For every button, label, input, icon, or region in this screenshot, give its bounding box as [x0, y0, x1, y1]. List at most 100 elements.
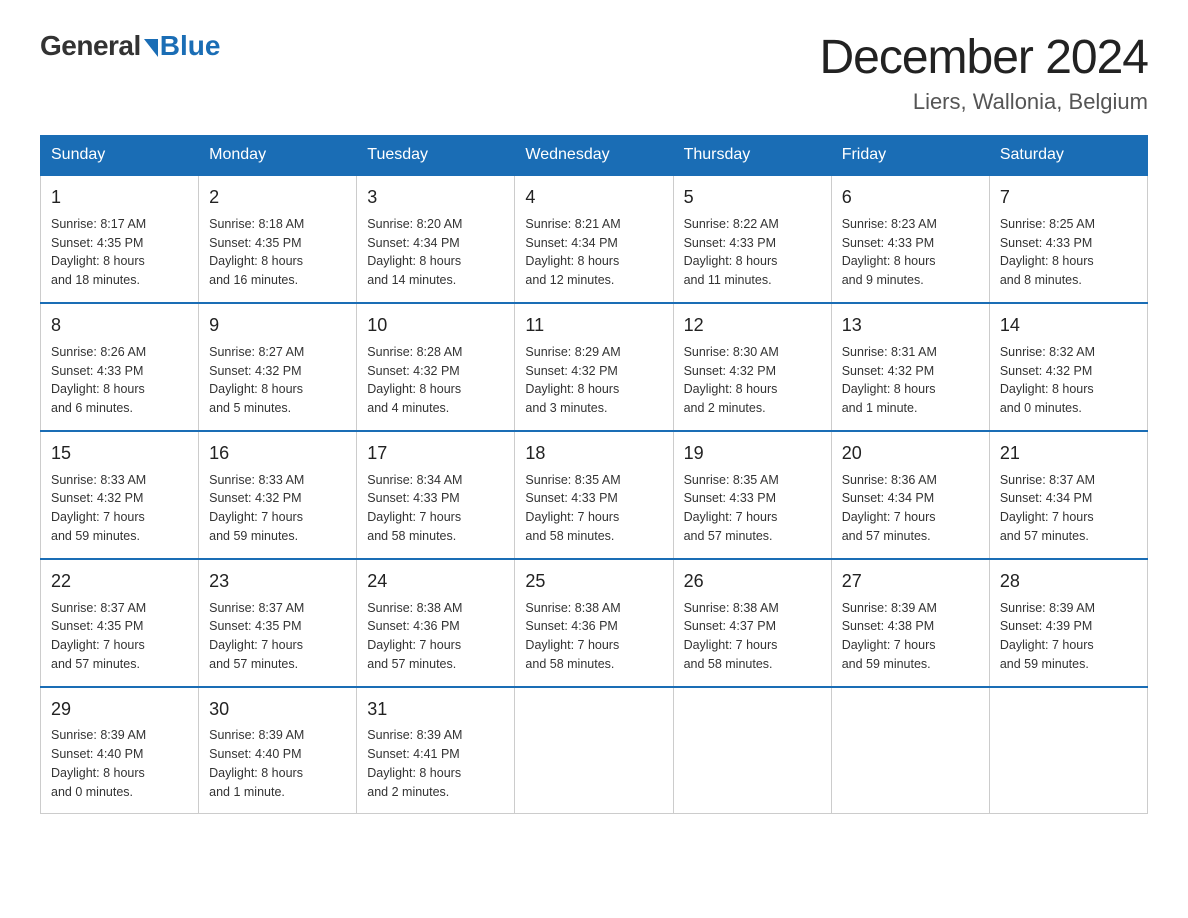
day-info: Sunrise: 8:18 AMSunset: 4:35 PMDaylight:…: [209, 215, 346, 290]
logo-blue-text: Blue: [160, 30, 221, 62]
day-info: Sunrise: 8:39 AMSunset: 4:41 PMDaylight:…: [367, 726, 504, 801]
day-info: Sunrise: 8:39 AMSunset: 4:40 PMDaylight:…: [51, 726, 188, 801]
day-number: 19: [684, 440, 821, 468]
calendar-cell: 3 Sunrise: 8:20 AMSunset: 4:34 PMDaylight…: [357, 175, 515, 303]
calendar-cell: 1Sunrise: 8:17 AMSunset: 4:35 PMDaylight…: [41, 175, 199, 303]
header-thursday: Thursday: [673, 136, 831, 176]
day-info: Sunrise: 8:22 AMSunset: 4:33 PMDaylight:…: [684, 215, 821, 290]
day-number: 31: [367, 696, 504, 724]
day-number: 10: [367, 312, 504, 340]
calendar-header-row: SundayMondayTuesdayWednesdayThursdayFrid…: [41, 136, 1148, 176]
calendar-cell: 31Sunrise: 8:39 AMSunset: 4:41 PMDayligh…: [357, 687, 515, 814]
day-number: 21: [1000, 440, 1137, 468]
day-info: Sunrise: 8:38 AMSunset: 4:36 PMDaylight:…: [367, 599, 504, 674]
day-number: 16: [209, 440, 346, 468]
calendar-cell: 22 Sunrise: 8:37 AMSunset: 4:35 PMDayligh…: [41, 559, 199, 687]
calendar-cell: 29Sunrise: 8:39 AMSunset: 4:40 PMDayligh…: [41, 687, 199, 814]
calendar-cell: 17 Sunrise: 8:34 AMSunset: 4:33 PMDayligh…: [357, 431, 515, 559]
calendar-cell: 23 Sunrise: 8:37 AMSunset: 4:35 PMDayligh…: [199, 559, 357, 687]
day-number: 8: [51, 312, 188, 340]
logo: General Blue: [40, 30, 220, 62]
calendar-cell: 9Sunrise: 8:27 AMSunset: 4:32 PMDaylight…: [199, 303, 357, 431]
day-number: 11: [525, 312, 662, 340]
calendar-week-row: 29Sunrise: 8:39 AMSunset: 4:40 PMDayligh…: [41, 687, 1148, 814]
calendar-week-row: 15Sunrise: 8:33 AMSunset: 4:32 PMDayligh…: [41, 431, 1148, 559]
calendar-cell: [989, 687, 1147, 814]
calendar-cell: [673, 687, 831, 814]
day-info: Sunrise: 8:37 AMSunset: 4:35 PMDaylight:…: [209, 599, 346, 674]
title-section: December 2024 Liers, Wallonia, Belgium: [819, 30, 1148, 115]
month-title: December 2024: [819, 30, 1148, 85]
calendar-cell: 26 Sunrise: 8:38 AMSunset: 4:37 PMDayligh…: [673, 559, 831, 687]
day-number: 24: [367, 568, 504, 596]
calendar-cell: 14Sunrise: 8:32 AMSunset: 4:32 PMDayligh…: [989, 303, 1147, 431]
calendar-cell: 16 Sunrise: 8:33 AMSunset: 4:32 PMDayligh…: [199, 431, 357, 559]
logo-general-text: General: [40, 30, 141, 62]
calendar-cell: 18 Sunrise: 8:35 AMSunset: 4:33 PMDayligh…: [515, 431, 673, 559]
day-number: 17: [367, 440, 504, 468]
day-info: Sunrise: 8:31 AMSunset: 4:32 PMDaylight:…: [842, 343, 979, 418]
header-tuesday: Tuesday: [357, 136, 515, 176]
day-info: Sunrise: 8:26 AMSunset: 4:33 PMDaylight:…: [51, 343, 188, 418]
day-number: 26: [684, 568, 821, 596]
calendar-cell: 11 Sunrise: 8:29 AMSunset: 4:32 PMDayligh…: [515, 303, 673, 431]
day-number: 5: [684, 184, 821, 212]
calendar-table: SundayMondayTuesdayWednesdayThursdayFrid…: [40, 135, 1148, 814]
calendar-cell: 30Sunrise: 8:39 AMSunset: 4:40 PMDayligh…: [199, 687, 357, 814]
day-info: Sunrise: 8:23 AMSunset: 4:33 PMDaylight:…: [842, 215, 979, 290]
day-number: 6: [842, 184, 979, 212]
day-info: Sunrise: 8:29 AMSunset: 4:32 PMDaylight:…: [525, 343, 662, 418]
calendar-cell: 21 Sunrise: 8:37 AMSunset: 4:34 PMDayligh…: [989, 431, 1147, 559]
day-number: 22: [51, 568, 188, 596]
calendar-cell: 15Sunrise: 8:33 AMSunset: 4:32 PMDayligh…: [41, 431, 199, 559]
page-header: General Blue December 2024 Liers, Wallon…: [40, 30, 1148, 115]
calendar-cell: 5 Sunrise: 8:22 AMSunset: 4:33 PMDaylight…: [673, 175, 831, 303]
day-number: 1: [51, 184, 188, 212]
day-number: 27: [842, 568, 979, 596]
day-info: Sunrise: 8:36 AMSunset: 4:34 PMDaylight:…: [842, 471, 979, 546]
day-number: 12: [684, 312, 821, 340]
calendar-cell: 4 Sunrise: 8:21 AMSunset: 4:34 PMDaylight…: [515, 175, 673, 303]
day-info: Sunrise: 8:35 AMSunset: 4:33 PMDaylight:…: [684, 471, 821, 546]
calendar-week-row: 22 Sunrise: 8:37 AMSunset: 4:35 PMDayligh…: [41, 559, 1148, 687]
day-number: 7: [1000, 184, 1137, 212]
day-info: Sunrise: 8:25 AMSunset: 4:33 PMDaylight:…: [1000, 215, 1137, 290]
header-friday: Friday: [831, 136, 989, 176]
calendar-cell: 28Sunrise: 8:39 AMSunset: 4:39 PMDayligh…: [989, 559, 1147, 687]
calendar-cell: [831, 687, 989, 814]
day-number: 28: [1000, 568, 1137, 596]
day-number: 30: [209, 696, 346, 724]
day-number: 9: [209, 312, 346, 340]
day-info: Sunrise: 8:38 AMSunset: 4:36 PMDaylight:…: [525, 599, 662, 674]
calendar-cell: 8 Sunrise: 8:26 AMSunset: 4:33 PMDaylight…: [41, 303, 199, 431]
day-info: Sunrise: 8:33 AMSunset: 4:32 PMDaylight:…: [209, 471, 346, 546]
logo-arrow-icon: [144, 39, 158, 57]
day-info: Sunrise: 8:39 AMSunset: 4:38 PMDaylight:…: [842, 599, 979, 674]
day-number: 13: [842, 312, 979, 340]
day-number: 25: [525, 568, 662, 596]
day-info: Sunrise: 8:30 AMSunset: 4:32 PMDaylight:…: [684, 343, 821, 418]
day-number: 29: [51, 696, 188, 724]
day-info: Sunrise: 8:38 AMSunset: 4:37 PMDaylight:…: [684, 599, 821, 674]
day-info: Sunrise: 8:37 AMSunset: 4:34 PMDaylight:…: [1000, 471, 1137, 546]
day-number: 23: [209, 568, 346, 596]
day-number: 18: [525, 440, 662, 468]
calendar-week-row: 1Sunrise: 8:17 AMSunset: 4:35 PMDaylight…: [41, 175, 1148, 303]
day-info: Sunrise: 8:37 AMSunset: 4:35 PMDaylight:…: [51, 599, 188, 674]
calendar-cell: [515, 687, 673, 814]
day-info: Sunrise: 8:20 AMSunset: 4:34 PMDaylight:…: [367, 215, 504, 290]
day-info: Sunrise: 8:34 AMSunset: 4:33 PMDaylight:…: [367, 471, 504, 546]
header-monday: Monday: [199, 136, 357, 176]
day-info: Sunrise: 8:28 AMSunset: 4:32 PMDaylight:…: [367, 343, 504, 418]
day-info: Sunrise: 8:21 AMSunset: 4:34 PMDaylight:…: [525, 215, 662, 290]
day-number: 4: [525, 184, 662, 212]
header-wednesday: Wednesday: [515, 136, 673, 176]
day-info: Sunrise: 8:35 AMSunset: 4:33 PMDaylight:…: [525, 471, 662, 546]
calendar-cell: 12 Sunrise: 8:30 AMSunset: 4:32 PMDayligh…: [673, 303, 831, 431]
calendar-cell: 24 Sunrise: 8:38 AMSunset: 4:36 PMDayligh…: [357, 559, 515, 687]
calendar-cell: 7 Sunrise: 8:25 AMSunset: 4:33 PMDaylight…: [989, 175, 1147, 303]
header-saturday: Saturday: [989, 136, 1147, 176]
day-info: Sunrise: 8:33 AMSunset: 4:32 PMDaylight:…: [51, 471, 188, 546]
day-number: 3: [367, 184, 504, 212]
calendar-cell: 2Sunrise: 8:18 AMSunset: 4:35 PMDaylight…: [199, 175, 357, 303]
